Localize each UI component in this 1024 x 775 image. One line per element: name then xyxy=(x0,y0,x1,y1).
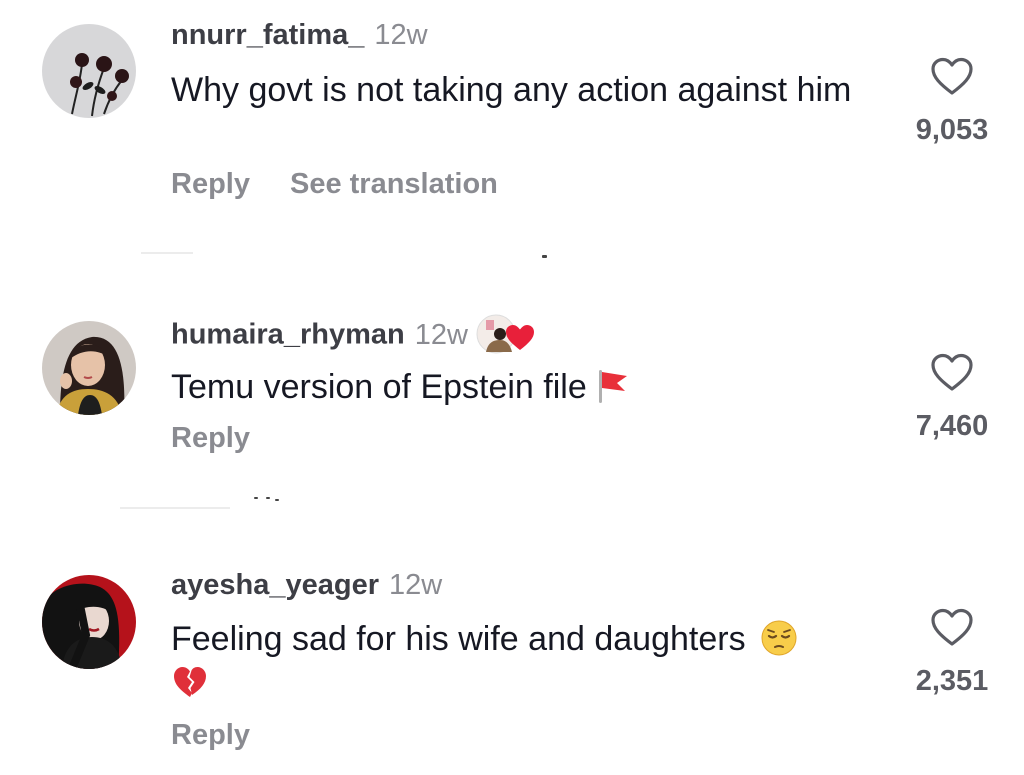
like-area: 2,351 xyxy=(900,608,1004,698)
woman-avatar-icon xyxy=(42,321,136,415)
divider xyxy=(254,497,258,499)
avatar[interactable] xyxy=(42,575,136,669)
comment-header: ayesha_yeager 12w xyxy=(171,568,442,602)
divider xyxy=(542,255,547,258)
reply-button[interactable]: Reply xyxy=(171,719,250,751)
comment-text-content: Feeling sad for his wife and daughters xyxy=(171,620,746,658)
red-flag-emoji xyxy=(593,367,631,405)
couple-heart-badge-icon xyxy=(476,312,536,356)
comment-text-content: Temu version of Epstein file xyxy=(171,368,587,406)
heart-icon[interactable] xyxy=(930,353,974,393)
heart-icon[interactable] xyxy=(930,608,974,648)
roses-avatar-icon xyxy=(42,24,136,118)
like-count: 9,053 xyxy=(915,114,989,146)
like-count: 7,460 xyxy=(915,410,989,442)
comment-text: Temu version of Epstein file xyxy=(171,365,891,409)
username[interactable]: nnurr_fatima_ xyxy=(171,19,364,51)
comment-header: nnurr_fatima_ 12w xyxy=(171,18,428,52)
username[interactable]: humaira_rhyman xyxy=(171,319,405,351)
comment-actions: Reply See translation xyxy=(171,167,498,201)
comment-text: Feeling sad for his wife and daughters xyxy=(171,617,891,705)
broken-heart-emoji xyxy=(171,663,209,701)
comment-actions: Reply xyxy=(171,421,250,455)
divider xyxy=(141,252,193,254)
timestamp: 12w xyxy=(414,318,468,351)
pensive-face-emoji xyxy=(760,619,798,657)
like-area: 9,053 xyxy=(900,57,1004,147)
divider xyxy=(120,507,230,509)
reply-button[interactable]: Reply xyxy=(171,422,250,454)
comment-header: humaira_rhyman 12w xyxy=(171,314,536,358)
timestamp: 12w xyxy=(389,569,443,601)
username[interactable]: ayesha_yeager xyxy=(171,569,379,601)
like-count: 2,351 xyxy=(915,665,989,697)
divider xyxy=(275,499,279,501)
comment-actions: Reply xyxy=(171,718,250,752)
timestamp: 12w xyxy=(374,19,428,51)
comment-text: Why govt is not taking any action agains… xyxy=(171,71,852,109)
dark-hair-avatar-icon xyxy=(42,575,136,669)
avatar[interactable] xyxy=(42,321,136,415)
avatar[interactable] xyxy=(42,24,136,118)
see-translation-button[interactable]: See translation xyxy=(290,168,498,200)
reply-button[interactable]: Reply xyxy=(171,168,250,200)
divider xyxy=(266,497,270,499)
like-area: 7,460 xyxy=(900,353,1004,443)
heart-icon[interactable] xyxy=(930,57,974,97)
